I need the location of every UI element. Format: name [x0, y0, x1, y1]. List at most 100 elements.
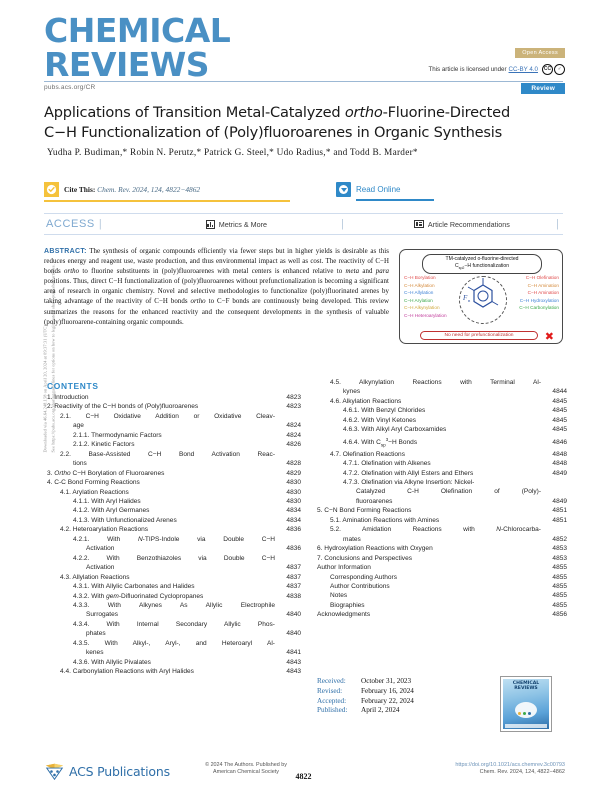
- toc-entry[interactable]: Notes 4855: [317, 591, 567, 600]
- graphical-abstract-left-labels: C−H Borylation C−H Alkylation C−H Allyla…: [404, 274, 447, 320]
- publisher-url[interactable]: pubs.acs.org/CR: [44, 84, 95, 91]
- toc-entry[interactable]: 4.6.1. With Benzyl Chlorides 4845: [317, 406, 567, 415]
- toc-entry-label: phates: [86, 630, 106, 638]
- toc-entry-label: 4.7.3. Olefination via Alkyne Insertion:…: [343, 479, 475, 486]
- cross-mark-icon: ✖: [544, 330, 554, 343]
- toc-entry[interactable]: 5.2. Amidation Reactions with N-Chloroca…: [317, 525, 567, 534]
- toc-entry[interactable]: 4.6.2. With Vinyl Ketones 4845: [317, 416, 567, 425]
- toc-entry[interactable]: mates 4852: [317, 535, 567, 544]
- toc-entry-page: 4853: [552, 545, 567, 553]
- masthead-divider: [44, 81, 563, 82]
- toc-entry[interactable]: tions 4828: [47, 459, 301, 468]
- toc-entry[interactable]: 4.3. Allylation Reactions 4837: [47, 573, 301, 582]
- toc-entry[interactable]: 2.2. Base-Assisted C−H Bond Activation R…: [47, 450, 301, 459]
- recommendations-label: Article Recommendations: [427, 219, 510, 229]
- toc-entry[interactable]: 2.1.2. Kinetic Factors 4826: [47, 440, 301, 449]
- toc-entry-page: 4855: [552, 573, 567, 581]
- read-online-label[interactable]: Read Online: [356, 185, 400, 194]
- toc-entry[interactable]: 4.2. Heteroarylation Reactions 4836: [47, 525, 301, 534]
- toc-entry[interactable]: 4.7.2. Olefination with Allyl Esters and…: [317, 469, 567, 478]
- toc-entry[interactable]: 4.7.1. Olefination with Alkenes 4848: [317, 459, 567, 468]
- toc-entry[interactable]: 4.1.1. With Aryl Halides 4830: [47, 497, 301, 506]
- toc-entry[interactable]: 3. Ortho C−H Borylation of Fluoroarenes 4…: [47, 469, 301, 478]
- toc-entry-page: 4848: [552, 460, 567, 468]
- toc-entry-label: Acknowledgments: [317, 611, 371, 619]
- toc-entry[interactable]: Author Contributions 4855: [317, 582, 567, 591]
- toc-entry[interactable]: 4.3.2. With gem-Difluorinated Cyclopropa…: [47, 592, 301, 601]
- article-recommendations-button[interactable]: Article Recommendations: [413, 219, 510, 229]
- toc-entry[interactable]: 4.6.4. With Csp3−H Bonds 4846: [317, 435, 567, 450]
- toc-entry[interactable]: 4.1. Arylation Reactions 4830: [47, 488, 301, 497]
- toc-entry[interactable]: 4.5. Alkynylation Reactions with Termina…: [317, 378, 567, 387]
- graphical-abstract: TM-catalyzed o-fluorine-directed Csp2−H …: [399, 249, 563, 344]
- ga-left-item-1: C−H Alkylation: [404, 282, 435, 288]
- toc-entry[interactable]: Catalyzed C-H Olefination of (Poly)-: [317, 487, 567, 496]
- publication-dates: Received: October 31, 2023 Revised: Februar…: [317, 677, 414, 716]
- cc-by-icon: ♂: [554, 64, 565, 75]
- toc-entry[interactable]: 6. Hydroxylation Reactions with Oxygen 48…: [317, 544, 567, 553]
- date-value: October 31, 2023: [361, 677, 412, 685]
- toc-entry-label: 4.6.3. With Alkyl Aryl Carboxamides: [343, 426, 447, 434]
- abstract-p2: to fluorine substituents in (poly)fluoro…: [79, 268, 346, 276]
- toc-entry[interactable]: Acknowledgments 4856: [317, 610, 567, 619]
- toc-entry[interactable]: 4.7. Olefination Reactions 4848: [317, 450, 567, 459]
- license-link[interactable]: CC-BY 4.0: [509, 66, 538, 73]
- toc-entry[interactable]: 4.6.3. With Alkyl Aryl Carboxamides 4845: [317, 425, 567, 434]
- toc-entry-page: 4843: [286, 658, 301, 666]
- footer-citation: Chem. Rev. 2024, 124, 4822−4862: [479, 769, 565, 776]
- toc-entry-label: 4.6.4. With Csp3−H Bonds: [343, 436, 418, 448]
- table-of-contents-left: 1. Introduction 4823 2. Reactivity of the …: [47, 393, 301, 677]
- toc-entry[interactable]: 4.3.3. With Alkynes As Allylic Electroph…: [47, 601, 301, 610]
- toc-entry[interactable]: Activation 4836: [47, 544, 301, 553]
- toc-entry[interactable]: 2.1. C−H Oxidative Addition or Oxidative…: [47, 412, 301, 421]
- toc-entry[interactable]: 4.4. Carbonylation Reactions with Aryl H…: [47, 667, 301, 676]
- toc-entry[interactable]: phates 4840: [47, 629, 301, 638]
- toc-entry-page: 4851: [552, 516, 567, 524]
- doi-link[interactable]: https://doi.org/10.1021/acs.chemrev.3c00…: [455, 762, 565, 769]
- ga-left-item-3: C−H Arylation: [404, 297, 433, 303]
- ga-left-item-2: C−H Allylation: [404, 290, 434, 296]
- toc-entry-page: 4836: [286, 526, 301, 534]
- toc-entry[interactable]: 7. Conclusions and Perspectives 4853: [317, 554, 567, 563]
- toc-entry[interactable]: 4.7.3. Olefination via Alkyne Insertion:…: [317, 478, 567, 487]
- toc-entry[interactable]: 4.3.6. With Allylic Pivalates 4843: [47, 658, 301, 667]
- toc-entry-label: 4.3.1. With Allylic Carbonates and Halid…: [73, 583, 195, 591]
- toc-entry-page: 4855: [552, 592, 567, 600]
- toc-entry[interactable]: 4.6. Alkylation Reactions 4845: [317, 397, 567, 406]
- toc-entry[interactable]: 4.1.2. With Aryl Germanes 4834: [47, 506, 301, 515]
- toc-entry[interactable]: Surrogates 4840: [47, 610, 301, 619]
- toc-entry[interactable]: 4.1.3. With Unfunctionalized Arenes 4834: [47, 516, 301, 525]
- toc-entry-label: mates: [343, 535, 361, 543]
- metrics-and-more-button[interactable]: Metrics & More: [205, 219, 267, 229]
- read-online-block[interactable]: Read Online: [336, 182, 434, 201]
- toc-entry[interactable]: kenes 4841: [47, 648, 301, 657]
- access-label[interactable]: ACCESS: [46, 218, 95, 230]
- cover-title: CHEMICAL REVIEWS: [503, 681, 549, 691]
- cite-this-block[interactable]: Cite This: Chem. Rev. 2024, 124, 4822−48…: [44, 182, 324, 202]
- toc-entry-page: 4836: [286, 545, 301, 553]
- toc-entry[interactable]: kynes 4844: [317, 387, 567, 396]
- toc-entry[interactable]: 4.2.1. With N-TIPS-Indole via Double C−H: [47, 535, 301, 544]
- toc-entry[interactable]: Activation 4837: [47, 563, 301, 572]
- toc-entry[interactable]: fluoroarenes 4849: [317, 497, 567, 506]
- toc-entry-page: 4837: [286, 583, 301, 591]
- toc-entry[interactable]: 1. Introduction 4823: [47, 393, 301, 402]
- toc-entry[interactable]: 5. C−N Bond Forming Reactions 4851: [317, 506, 567, 515]
- toc-entry[interactable]: 4.3.5. With Alkyl-, Aryl-, and Heteroary…: [47, 639, 301, 648]
- toc-entry[interactable]: 4.2.2. With Benzothiazoles via Double C−…: [47, 554, 301, 563]
- toc-entry[interactable]: 2.1.1. Thermodynamic Factors 4824: [47, 431, 301, 440]
- toc-entry[interactable]: 2. Reactivity of the C−H bonds of (Poly)…: [47, 402, 301, 411]
- toc-entry[interactable]: Author Information 4855: [317, 563, 567, 572]
- toc-entry-page: 4828: [286, 460, 301, 468]
- toc-entry[interactable]: 5.1. Amination Reactions with Amines 4851: [317, 516, 567, 525]
- toc-entry[interactable]: 4.3.1. With Allylic Carbonates and Halid…: [47, 582, 301, 591]
- toc-entry[interactable]: 4.3.4. With Internal Secondary Allylic P…: [47, 620, 301, 629]
- license-prefix: This article is licensed under: [428, 66, 507, 73]
- toc-entry-page: 4845: [552, 426, 567, 434]
- ga-right-item-1: C−H Amination: [527, 282, 559, 288]
- toc-entry[interactable]: 4. C-C Bond Forming Reactions 4830: [47, 478, 301, 487]
- toc-entry[interactable]: age 4824: [47, 421, 301, 430]
- toc-entry[interactable]: Corresponding Authors 4855: [317, 573, 567, 582]
- access-separator-1: |: [98, 218, 102, 230]
- toc-entry[interactable]: Biographies 4855: [317, 601, 567, 610]
